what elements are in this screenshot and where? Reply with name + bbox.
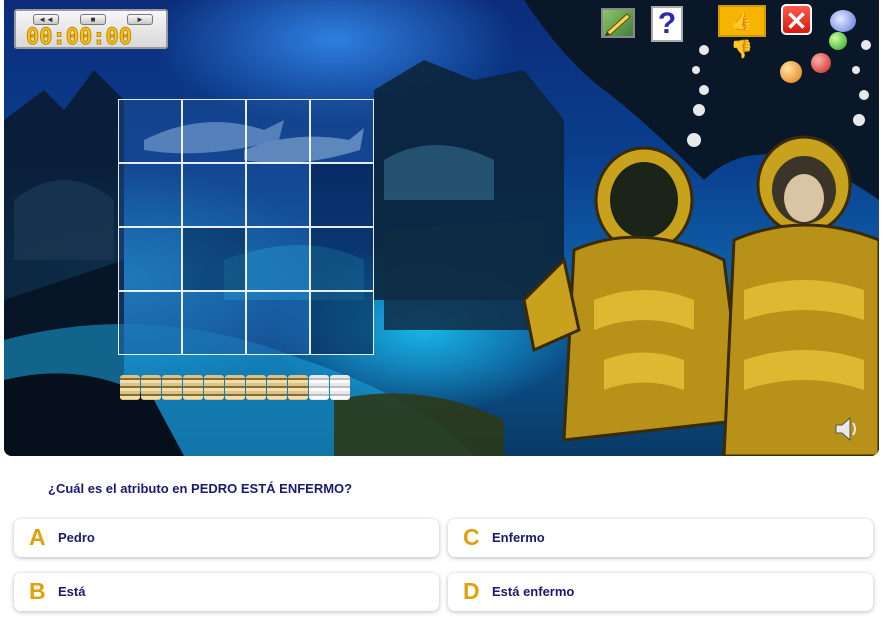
puzzle-piece-chip[interactable] — [309, 375, 329, 400]
puzzle-piece-chip[interactable] — [120, 375, 140, 400]
close-icon[interactable]: ✕ — [781, 4, 812, 36]
puzzle-tile[interactable] — [182, 291, 246, 355]
answer-option-d[interactable]: D Está enfermo — [448, 573, 873, 611]
answer-letter: B — [29, 578, 46, 604]
puzzle-tile[interactable] — [246, 291, 310, 355]
puzzle-piece-chip[interactable] — [225, 375, 245, 400]
puzzle-tile[interactable] — [246, 99, 310, 163]
orb-red-icon — [811, 53, 831, 73]
answer-option-a[interactable]: A Pedro — [14, 519, 439, 557]
rewind-button[interactable]: ◄◄ — [33, 14, 59, 25]
puzzle-tile[interactable] — [182, 227, 246, 291]
answer-letter: A — [29, 524, 46, 550]
thumbs-up-down-icon[interactable]: 👍👎 — [718, 5, 766, 59]
puzzle-tile[interactable] — [118, 99, 182, 163]
puzzle-tile[interactable] — [310, 99, 374, 163]
puzzle-tile[interactable] — [246, 163, 310, 227]
pieces-tray — [120, 375, 350, 400]
puzzle-tile[interactable] — [182, 99, 246, 163]
timer-display: 00:00:00 — [26, 25, 133, 51]
puzzle-tile[interactable] — [118, 227, 182, 291]
game-scene: ◄◄ ■ ► 00:00:00 ? 👍👎 ✕ — [4, 0, 879, 456]
puzzle-tile[interactable] — [182, 163, 246, 227]
puzzle-tile[interactable] — [310, 163, 374, 227]
question-text: ¿Cuál es el atributo en PEDRO ESTÁ ENFER… — [48, 481, 353, 496]
answer-text: Pedro — [58, 530, 95, 545]
speaker-icon[interactable] — [830, 414, 860, 444]
orb-green-icon — [829, 32, 847, 50]
answer-letter: C — [463, 524, 480, 550]
puzzle-piece-chip[interactable] — [141, 375, 161, 400]
help-icon[interactable]: ? — [651, 6, 683, 42]
puzzle-piece-chip[interactable] — [204, 375, 224, 400]
puzzle-piece-chip[interactable] — [330, 375, 350, 400]
answer-option-c[interactable]: C Enfermo — [448, 519, 873, 557]
puzzle-piece-chip[interactable] — [267, 375, 287, 400]
puzzle-board — [118, 99, 374, 355]
timer-panel: ◄◄ ■ ► 00:00:00 — [14, 9, 168, 51]
puzzle-piece-chip[interactable] — [183, 375, 203, 400]
play-button[interactable]: ► — [127, 14, 153, 25]
answer-text: Está enfermo — [492, 584, 575, 599]
puzzle-tile[interactable] — [118, 291, 182, 355]
puzzle-tile[interactable] — [118, 163, 182, 227]
orb-blue-icon — [830, 10, 856, 32]
puzzle-piece-chip[interactable] — [288, 375, 308, 400]
puzzle-piece-chip[interactable] — [246, 375, 266, 400]
answer-option-b[interactable]: B Está — [14, 573, 439, 611]
stop-button[interactable]: ■ — [80, 14, 106, 25]
orb-orange-icon — [780, 61, 802, 83]
puzzle-piece-chip[interactable] — [162, 375, 182, 400]
puzzle-tile[interactable] — [310, 227, 374, 291]
answer-letter: D — [463, 578, 480, 604]
answer-text: Enfermo — [492, 530, 545, 545]
pencil-icon[interactable] — [601, 8, 635, 38]
puzzle-tile[interactable] — [246, 227, 310, 291]
answer-text: Está — [58, 584, 86, 599]
puzzle-tile[interactable] — [310, 291, 374, 355]
